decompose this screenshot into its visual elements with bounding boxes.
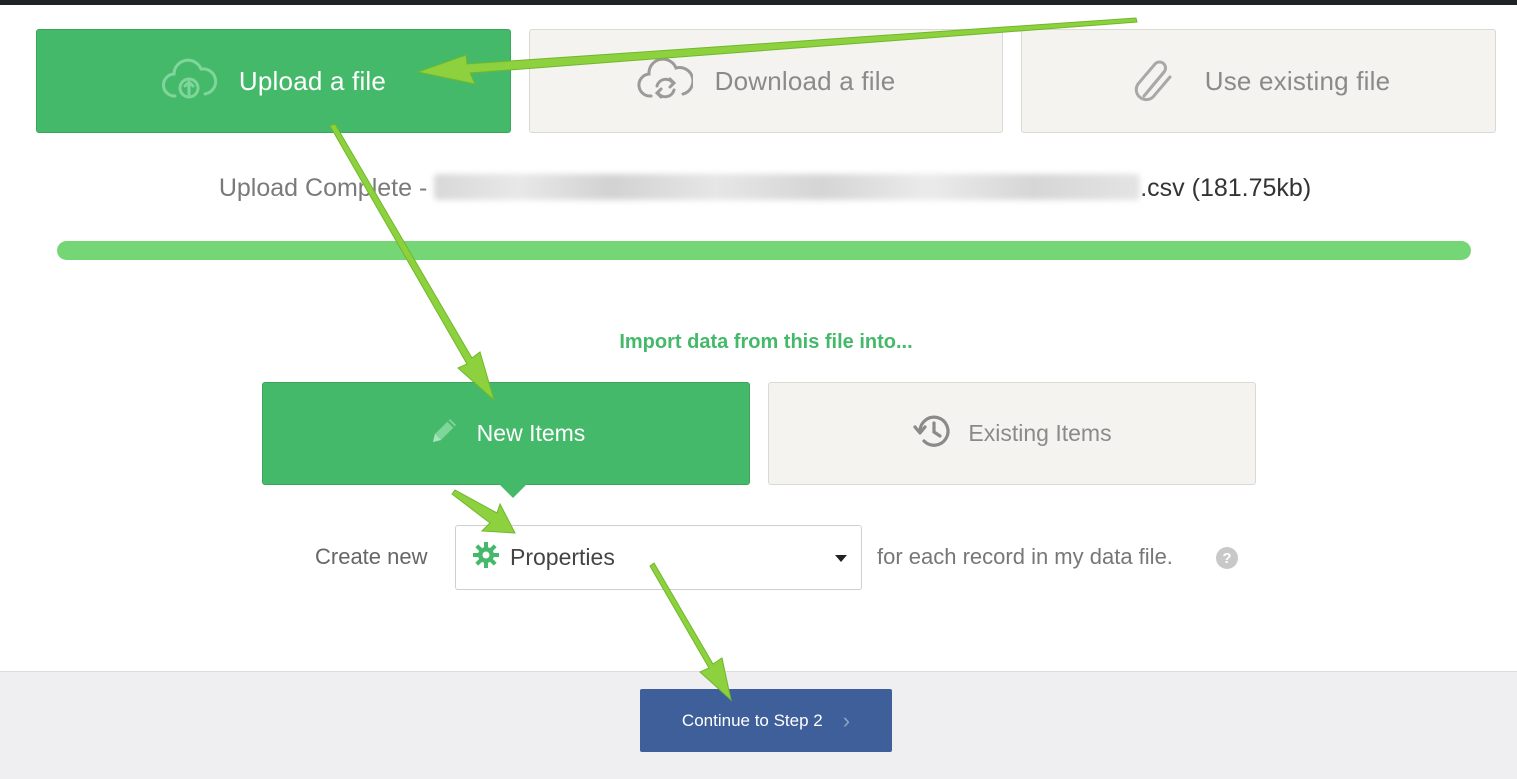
upload-status-prefix: Upload Complete - xyxy=(218,174,435,202)
history-icon xyxy=(912,412,952,456)
cloud-upload-icon xyxy=(161,56,217,106)
dropdown-arrow-icon xyxy=(835,555,847,562)
file-size: (181.75kb) xyxy=(1184,174,1312,202)
existing-items-label: Existing Items xyxy=(968,420,1112,446)
create-new-row: Create new Properties for each record in… xyxy=(0,525,1517,590)
download-file-label: Download a file xyxy=(714,65,896,96)
continue-button[interactable]: Continue to Step 2 › xyxy=(640,689,892,752)
annotation-arrow xyxy=(329,123,495,402)
pencil-icon xyxy=(427,414,461,454)
new-items-label: New Items xyxy=(476,420,586,446)
create-new-label: Create new xyxy=(315,544,428,569)
use-existing-file-button[interactable]: Use existing file xyxy=(1021,29,1496,133)
footer-bar: Continue to Step 2 › xyxy=(0,671,1517,779)
upload-file-label: Upload a file xyxy=(238,65,387,96)
upload-status: Upload Complete - .csv (181.75kb) xyxy=(0,174,1517,204)
existing-items-button[interactable]: Existing Items xyxy=(768,382,1256,485)
new-items-caret xyxy=(498,483,528,498)
cloud-sync-icon xyxy=(637,56,693,106)
help-icon[interactable]: ? xyxy=(1216,547,1238,569)
import-label: Import data from this file into... xyxy=(619,331,913,353)
top-bar xyxy=(0,0,1517,5)
chevron-right-icon: › xyxy=(842,707,851,733)
new-items-button[interactable]: New Items xyxy=(262,382,750,485)
filename-extension: .csv xyxy=(1140,174,1185,202)
paperclip-icon xyxy=(1127,56,1183,106)
record-description: for each record in my data file. xyxy=(877,544,1173,569)
continue-label: Continue to Step 2 xyxy=(681,710,823,730)
gear-icon xyxy=(472,541,500,575)
use-existing-file-label: Use existing file xyxy=(1204,65,1391,96)
upload-progress-fill xyxy=(57,241,1471,260)
upload-file-button[interactable]: Upload a file xyxy=(36,29,511,133)
upload-progress-bar xyxy=(57,241,1471,260)
item-type-selected: Properties xyxy=(510,544,615,570)
download-file-button[interactable]: Download a file xyxy=(529,29,1003,133)
item-type-select[interactable]: Properties xyxy=(455,525,862,590)
redacted-filename xyxy=(434,174,1141,201)
